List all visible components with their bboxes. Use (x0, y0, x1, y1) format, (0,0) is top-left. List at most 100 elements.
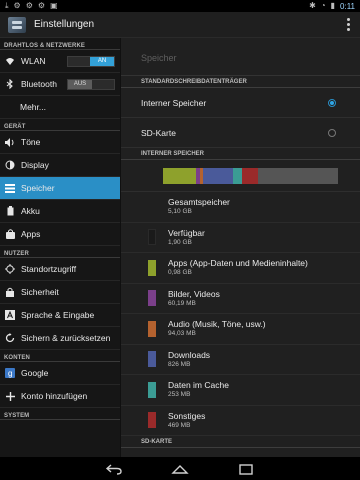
color-swatch (148, 320, 156, 337)
color-swatch (148, 412, 156, 429)
storage-row[interactable]: Verfügbar 1,90 GB (121, 223, 360, 253)
sidebar-item-label: Sichern & zurücksetzen (21, 333, 111, 343)
sidebar-item-label: Töne (21, 137, 41, 147)
clock: 0:11 (340, 1, 355, 11)
storage-row[interactable]: Sonstiges 469 MB (121, 406, 360, 436)
settings-icon: ⚙ (25, 1, 33, 10)
row-value: 60,19 MB (168, 299, 196, 307)
settings-sidebar: DRAHTLOS & NETZWERKE WLAN AN Bluetooth A… (0, 38, 121, 457)
sidebar-item-label: Mehr... (20, 102, 46, 112)
sidebar-item-bluetooth[interactable]: Bluetooth AUS (0, 73, 120, 96)
apps-icon (5, 229, 15, 239)
row-title: Sonstiges (168, 410, 206, 421)
storage-row[interactable]: Bilder, Videos 60,19 MB (121, 284, 360, 314)
sidebar-item-display[interactable]: Display (0, 154, 120, 177)
color-swatch (148, 351, 156, 368)
display-icon (5, 160, 15, 170)
row-value: 94,03 MB (168, 330, 196, 338)
color-swatch (148, 381, 156, 398)
storage-row[interactable]: Gesamtspeicher 5,10 GB (121, 192, 360, 223)
row-title: Bilder, Videos (168, 288, 220, 299)
wifi-icon (5, 56, 15, 66)
sidebar-item-battery[interactable]: Akku (0, 200, 120, 223)
app-title: Einstellungen (34, 19, 95, 30)
option-internal-storage[interactable]: Interner Speicher (121, 88, 360, 118)
overflow-menu-icon[interactable] (346, 18, 350, 31)
bluetooth-toggle[interactable]: AUS (67, 78, 115, 90)
settings-app-icon[interactable] (8, 16, 26, 33)
toggle-on-label: AN (90, 56, 114, 66)
row-text: Audio (Musik, Töne, usw.) 94,03 MB (168, 319, 266, 338)
svg-text:g: g (8, 369, 12, 378)
radio-internal-storage[interactable] (328, 98, 336, 107)
location-icon (5, 264, 15, 274)
option-sd-card[interactable]: SD-Karte (121, 118, 360, 148)
settings-icon: ⚙ (13, 1, 21, 10)
storage-row[interactable]: Downloads 826 MB (121, 345, 360, 375)
sidebar-item-backup[interactable]: Sichern & zurücksetzen (0, 327, 120, 350)
wlan-toggle[interactable]: AN (67, 55, 115, 67)
segment-free (257, 167, 338, 184)
segment-cache (233, 167, 242, 184)
language-icon (5, 310, 15, 320)
row-value: 469 MB (168, 421, 191, 429)
storage-row[interactable]: Apps (App-Daten und Medieninhalte) 0,98 G… (121, 253, 360, 284)
plus-icon (5, 391, 15, 401)
lock-icon (5, 287, 15, 297)
storage-row[interactable]: Audio (Musik, Töne, usw.) 94,03 MB (121, 314, 360, 345)
color-swatch (148, 290, 156, 307)
sidebar-item-apps[interactable]: Apps (0, 223, 120, 246)
battery-icon: ▮ (330, 1, 336, 10)
section-header-user: NUTZER (0, 246, 120, 258)
row-title: Gesamtspeicher (168, 197, 230, 208)
section-header-accounts: KONTEN (0, 350, 120, 362)
sidebar-item-label: Akku (21, 206, 40, 216)
sidebar-item-more[interactable]: Mehr... (0, 96, 120, 119)
sidebar-item-label: Sicherheit (21, 287, 59, 297)
row-text: Apps (App-Daten und Medieninhalte) 0,98 G… (168, 258, 308, 277)
color-swatch (148, 229, 156, 246)
sidebar-item-security[interactable]: Sicherheit (0, 281, 120, 304)
section-header-sd-card: SD-KARTE (121, 436, 360, 448)
sidebar-item-label: WLAN (21, 56, 46, 66)
google-icon: g (5, 368, 15, 378)
row-title: Apps (App-Daten und Medieninhalte) (168, 258, 308, 269)
page-title: Speicher (121, 38, 360, 76)
sidebar-item-label: Standortzugriff (21, 264, 77, 274)
action-bar: Einstellungen (0, 12, 360, 38)
sidebar-item-google[interactable]: g Google (0, 362, 120, 385)
status-bar: ⤓ ⚙ ⚙ ⚙ ▣ ✱ ◔ ▮ 0:11 (0, 0, 360, 12)
sidebar-item-wlan[interactable]: WLAN AN (0, 50, 120, 73)
row-text: Bilder, Videos 60,19 MB (168, 289, 220, 308)
sidebar-item-label: Apps (21, 229, 41, 239)
storage-row[interactable]: Daten im Cache 253 MB (121, 375, 360, 406)
section-header-wireless: DRAHTLOS & NETZWERKE (0, 38, 120, 50)
sidebar-item-label: Bluetooth (21, 79, 57, 89)
option-label: Interner Speicher (141, 97, 207, 108)
row-value: 826 MB (168, 360, 191, 368)
row-text: Gesamtspeicher 5,10 GB (168, 197, 230, 216)
radio-sd-card[interactable] (328, 128, 336, 137)
home-icon[interactable] (171, 463, 189, 475)
sidebar-item-sound[interactable]: Töne (0, 131, 120, 154)
download-icon: ⤓ (5, 1, 9, 10)
sidebar-item-label: Display (21, 160, 49, 170)
sidebar-item-add-account[interactable]: Konto hinzufügen (0, 385, 120, 408)
segment-downloads (203, 167, 233, 184)
sidebar-item-location[interactable]: Standortzugriff (0, 258, 120, 281)
back-icon[interactable] (105, 463, 123, 475)
storage-detail-pane: Speicher STANDARDSCHREIBDATENTRÄGER Inte… (121, 38, 360, 457)
sidebar-item-storage[interactable]: Speicher (0, 177, 120, 200)
sidebar-item-label: Konto hinzufügen (21, 391, 88, 401)
sidebar-item-language[interactable]: Sprache & Eingabe (0, 304, 120, 327)
storage-icon (5, 183, 15, 193)
row-text: Verfügbar 1,90 GB (168, 228, 205, 247)
row-value: 253 MB (168, 391, 191, 399)
storage-breakdown-list: Gesamtspeicher 5,10 GB Verfügbar 1,90 GB App… (121, 192, 360, 436)
section-header-system: SYSTEM (0, 408, 120, 420)
recent-apps-icon[interactable] (237, 463, 255, 475)
storage-usage-bar-row (121, 160, 360, 192)
section-header-device: GERÄT (0, 119, 120, 131)
row-value: 0,98 GB (168, 269, 192, 277)
sidebar-item-label: Speicher (21, 183, 55, 193)
